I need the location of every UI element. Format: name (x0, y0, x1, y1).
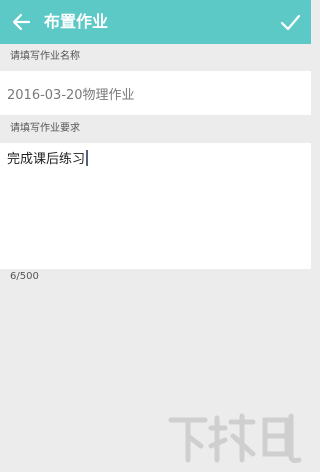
text-caret (86, 150, 89, 166)
requirement-field-label: 请填写作业要求 (10, 123, 80, 134)
character-counter: 6/500 (10, 271, 39, 282)
page-title: 布置作业 (44, 12, 109, 31)
name-field-label: 请填写作业名称 (10, 51, 80, 62)
homework-requirement-textarea[interactable]: 完成课后练习 (0, 143, 311, 269)
requirement-text: 完成课后练习 (7, 152, 86, 167)
checkmark-icon[interactable] (279, 11, 301, 33)
watermark-logo (168, 413, 302, 463)
back-arrow-icon[interactable] (10, 11, 32, 33)
homework-name-input[interactable] (0, 71, 311, 115)
app-toolbar: 布置作业 (0, 0, 311, 44)
